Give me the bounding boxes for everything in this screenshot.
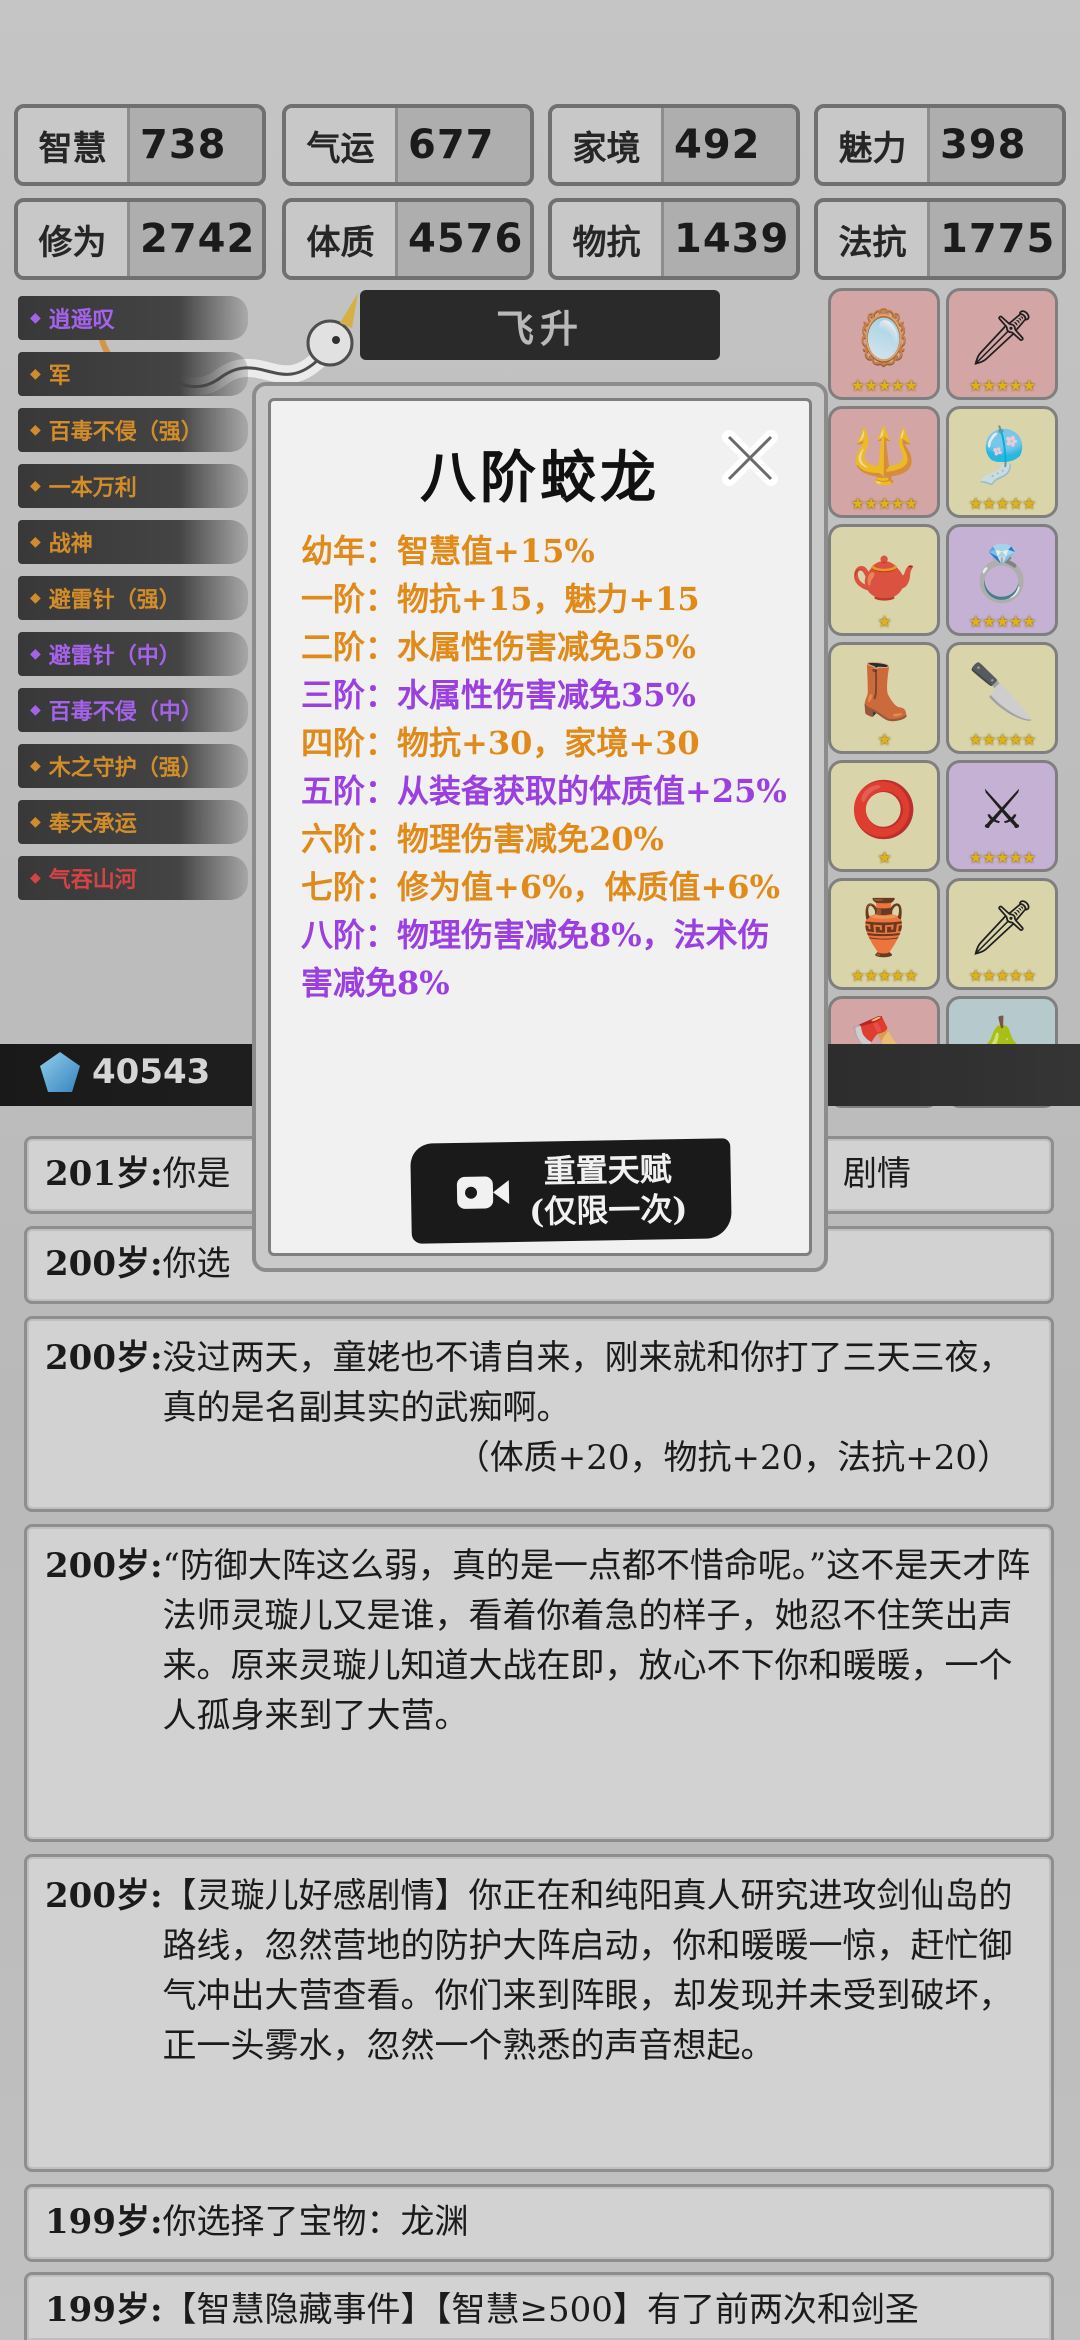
reset-talent-button[interactable]: 重置天赋 (仅限一次) xyxy=(410,1138,732,1244)
tier-item: 八阶：物理伤害减免8%，法术伤害减免8% xyxy=(301,916,770,1002)
tier-item: 四阶：物抗+30，家境+30 xyxy=(301,724,700,762)
tier-item: 六阶：物理伤害减免20% xyxy=(301,820,664,858)
modal-body: 八阶蛟龙 幼年：智慧值+15% 一阶：物抗+15，魅力+15 二阶：水属性伤害减… xyxy=(268,398,812,1256)
tier-item: 幼年：智慧值+15% xyxy=(301,532,595,570)
talent-detail-modal: 八阶蛟龙 幼年：智慧值+15% 一阶：物抗+15，魅力+15 二阶：水属性伤害减… xyxy=(252,382,828,1272)
tier-item: 二阶：水属性伤害减免55% xyxy=(301,628,696,666)
tier-item: 三阶：水属性伤害减免35% xyxy=(301,676,696,714)
tier-item: 一阶：物抗+15，魅力+15 xyxy=(301,580,700,618)
tier-item: 七阶：修为值+6%，体质值+6% xyxy=(301,868,780,906)
tier-item: 五阶：从装备获取的体质值+25% xyxy=(301,772,787,810)
tier-list: 幼年：智慧值+15% 一阶：物抗+15，魅力+15 二阶：水属性伤害减免55% … xyxy=(301,527,795,1007)
video-camera-icon xyxy=(456,1176,510,1209)
button-line-1: 重置天赋 xyxy=(543,1150,672,1191)
button-line-2: (仅限一次) xyxy=(528,1189,688,1231)
reset-talent-label: 重置天赋 (仅限一次) xyxy=(528,1149,688,1232)
close-icon[interactable] xyxy=(719,429,779,489)
